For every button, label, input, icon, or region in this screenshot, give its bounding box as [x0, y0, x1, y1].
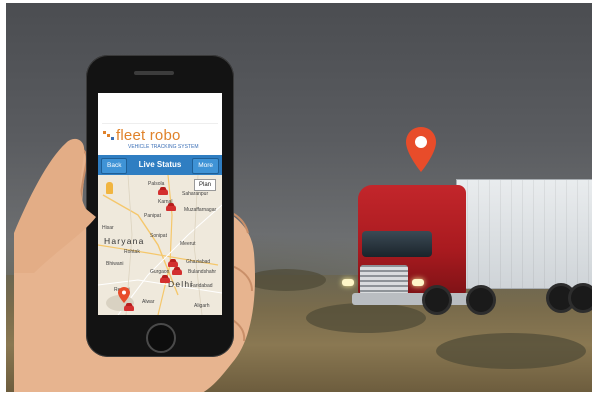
vehicle-marker-icon[interactable]: [166, 203, 176, 211]
brand-tagline: VEHICLE TRACKING SYSTEM: [128, 144, 199, 150]
vehicle-marker-icon[interactable]: [160, 275, 170, 283]
map-label: Panipat: [144, 213, 161, 219]
plan-button[interactable]: Plan: [194, 179, 217, 191]
location-pin-icon: [406, 127, 436, 172]
map-label: Meerut: [180, 241, 196, 247]
map-label: Aligarh: [194, 303, 210, 309]
shrub: [306, 303, 426, 333]
map-label: Saharanpur: [182, 191, 209, 197]
truck-headlight: [412, 279, 424, 286]
truck-trailer: [456, 179, 592, 289]
vehicle-marker-icon[interactable]: [158, 187, 168, 195]
shrub: [436, 333, 586, 369]
map-label: Faridabad: [190, 283, 213, 289]
map-label: Sonipat: [150, 233, 167, 239]
map-label: Bulandshahr: [188, 269, 217, 275]
page-title: Live Status: [138, 160, 182, 169]
truck-wheel: [422, 285, 452, 315]
map-pin-icon[interactable]: [118, 287, 130, 303]
vehicle-marker-icon[interactable]: [124, 303, 134, 311]
background-photo: fleet robo VEHICLE TRACKING SYSTEM Back …: [6, 3, 592, 392]
vehicle-marker-icon[interactable]: [172, 267, 182, 275]
truck-windshield: [362, 231, 432, 257]
truck-wheel: [568, 283, 592, 313]
more-button[interactable]: More: [192, 158, 219, 174]
map-label: Alwar: [142, 299, 155, 305]
truck-wheel: [466, 285, 496, 315]
home-button[interactable]: [146, 323, 176, 353]
truck-bumper: [352, 293, 470, 305]
thumb: [14, 138, 96, 273]
phone-speaker: [134, 71, 174, 75]
map-label: Muzaffarnagar: [184, 207, 217, 213]
truck-headlight: [342, 279, 354, 286]
map-label: Ghaziabad: [186, 259, 211, 265]
truck-grille: [360, 265, 408, 295]
